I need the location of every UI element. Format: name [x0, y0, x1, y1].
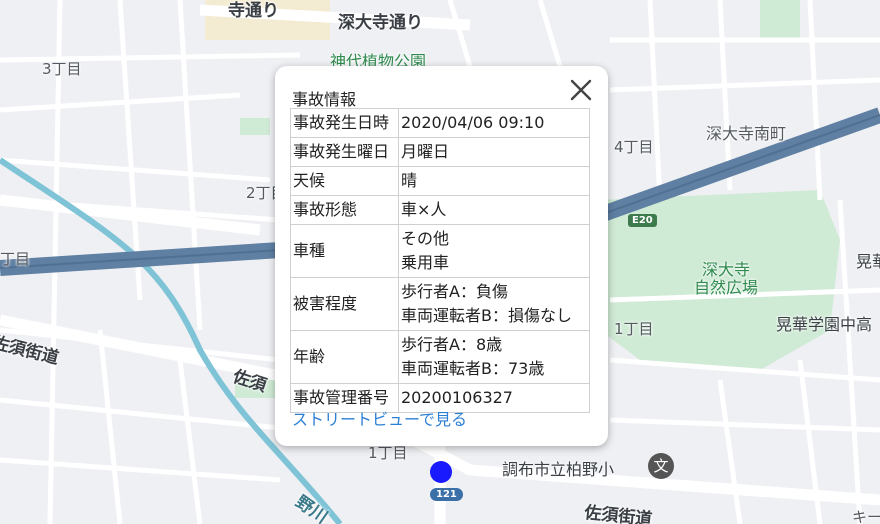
info-key: 事故形態: [290, 195, 399, 225]
info-value-line: 2020/04/06 09:10: [401, 113, 545, 132]
label-koka-edge: 晃華: [856, 252, 880, 271]
info-value-line: 晴: [401, 171, 418, 190]
info-key: 被害程度: [290, 277, 399, 331]
route-shield-121: 121: [430, 488, 463, 501]
label-kii-edge: キー: [852, 508, 880, 524]
district-label-4chome: 4丁目: [614, 138, 654, 156]
info-row: 事故形態 車×人: [290, 195, 590, 225]
info-value-line: その他: [401, 229, 450, 248]
info-row: 年齢 歩行者A：8歳車両運転者B：73歳: [290, 330, 590, 384]
info-value: 晴: [398, 166, 590, 196]
info-key: 事故発生日時: [290, 108, 399, 138]
info-key: 事故発生曜日: [290, 137, 399, 167]
info-row: 被害程度 歩行者A：負傷車両運転者B：損傷なし: [290, 277, 590, 331]
info-value-line: 乗用車: [401, 253, 450, 272]
info-value: その他 乗用車: [398, 224, 590, 278]
district-label-jindaiji-minamimachi: 深大寺南町: [706, 124, 787, 143]
info-row: 事故発生曜日 月曜日: [290, 137, 590, 167]
info-value: 2020/04/06 09:10: [398, 108, 590, 138]
road-label-jindaiji-dori-2: 深大寺通り: [338, 13, 423, 33]
district-label-3chome: 3丁目: [42, 60, 82, 78]
road-label-jindaiji-dori-1: 寺通り: [228, 1, 279, 21]
info-value: 月曜日: [398, 137, 590, 167]
street-view-link[interactable]: ストリートビューで見る: [292, 406, 467, 430]
label-koka-school: 晃華学園中高: [776, 315, 873, 334]
info-row: 車種 その他乗用車: [290, 224, 590, 278]
info-row: 天候晴: [290, 166, 590, 196]
info-value-line: 月曜日: [401, 142, 450, 161]
info-value-line: 車両運転者B：損傷なし: [401, 306, 572, 325]
expressway-shield-e20: E20: [628, 214, 657, 227]
info-value-line: 車両運転者B：73歳: [401, 359, 545, 378]
accident-info-table: 事故発生日時 2020/04/06 09:10 事故発生曜日 月曜日 天候晴事故形態 車×…: [290, 108, 590, 413]
district-label-1chome: 1丁目: [614, 320, 654, 338]
school-icon: 文: [648, 453, 674, 479]
accident-info-popup: 事故情報 事故発生日時 2020/04/06 09:10 事故発生曜日 月曜日 天候晴事…: [275, 66, 608, 446]
info-value: 車×人: [398, 195, 590, 225]
info-key: 年齢: [290, 330, 399, 384]
info-value-line: 車×人: [401, 200, 447, 219]
info-key: 天候: [290, 166, 399, 196]
popup-tail: [425, 444, 447, 458]
popup-title: 事故情報: [292, 90, 357, 109]
info-value-line: 歩行者A：負傷: [401, 282, 508, 301]
district-label-edge: 丁目: [0, 250, 31, 268]
park-label-nature-2: 自然広場: [694, 278, 759, 297]
map-canvas[interactable]: 寺通り 深大寺通り 神代植物公園 3丁目 4丁目 深大寺南町 2丁目 丁目 1丁…: [0, 0, 880, 524]
info-value-line: 歩行者A：8歳: [401, 335, 503, 354]
accident-marker[interactable]: [430, 461, 452, 483]
info-key: 車種: [290, 224, 399, 278]
close-icon[interactable]: [569, 78, 593, 102]
info-row: 事故発生日時 2020/04/06 09:10: [290, 108, 590, 138]
label-school-kashino: 調布市立柏野小: [502, 460, 615, 479]
info-value: 歩行者A：8歳車両運転者B：73歳: [398, 330, 590, 384]
info-value: 歩行者A：負傷車両運転者B：損傷なし: [398, 277, 590, 331]
